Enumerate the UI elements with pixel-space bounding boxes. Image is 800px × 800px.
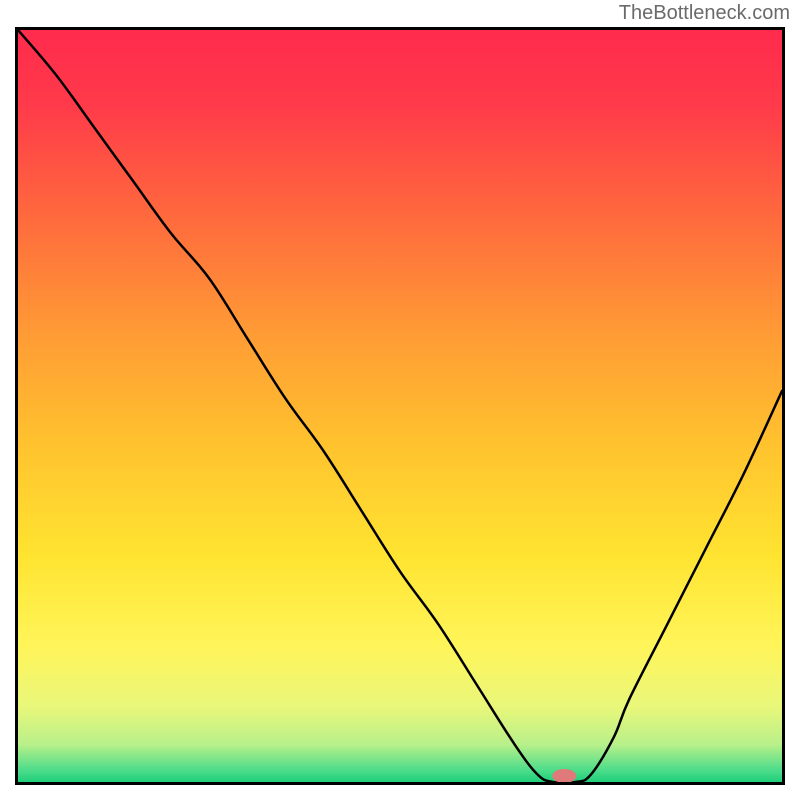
gradient-background — [18, 30, 782, 782]
watermark-text: TheBottleneck.com — [619, 2, 790, 25]
bottleneck-chart — [18, 30, 782, 782]
chart-frame — [15, 27, 785, 785]
